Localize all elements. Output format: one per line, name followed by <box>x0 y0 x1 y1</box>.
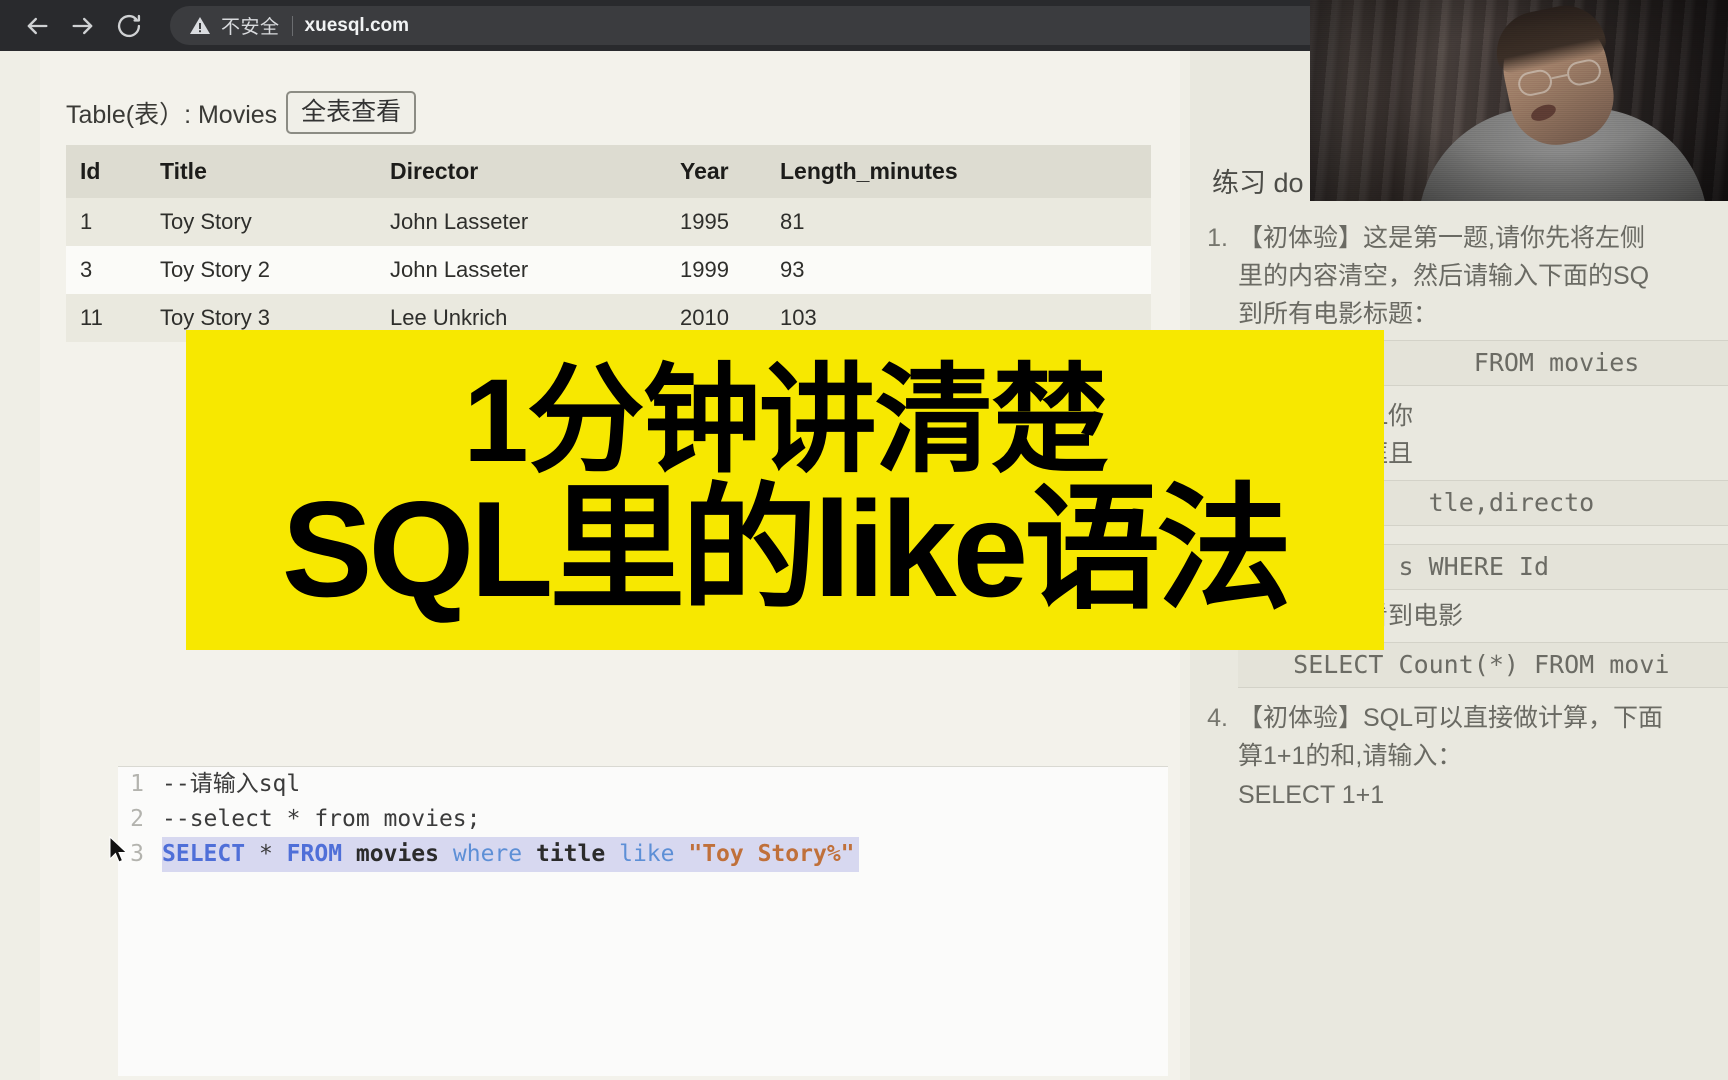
token-select: SELECT <box>162 841 246 867</box>
line-number: 2 <box>130 806 144 832</box>
sql-editor[interactable]: 1 --请输入sql 2 --select * from movies; 3 S… <box>118 766 1168 1076</box>
warning-triangle-icon <box>188 14 212 38</box>
page-left-margin <box>0 102 40 1080</box>
cell-length: 81 <box>766 198 1151 246</box>
table-name-label: Table(表）: Movies <box>66 100 278 129</box>
cell-id: 3 <box>66 246 146 294</box>
cell-title: Toy Story <box>146 198 376 246</box>
url-text: xuesql.com <box>304 14 410 36</box>
cell-director: John Lasseter <box>376 246 666 294</box>
editor-line-3: 3 SELECT * FROM movies where title like … <box>118 837 1168 872</box>
table-row[interactable]: 3 Toy Story 2 John Lasseter 1999 93 <box>66 246 1151 294</box>
editor-line-2: 2 --select * from movies; <box>118 802 1168 837</box>
exercise-text: 【初体验】这是第一题,请你先将左侧 里的内容清空，然后请输入下面的SQ 到所有电… <box>1238 224 1650 328</box>
line-content: --请输入sql <box>162 771 301 797</box>
token-table: movies <box>355 841 440 867</box>
table-header: Id Title Director Year Length_minutes <box>66 145 1151 198</box>
column-header-director[interactable]: Director <box>376 145 666 198</box>
cell-director: John Lasseter <box>376 198 666 246</box>
table-row[interactable]: 1 Toy Story John Lasseter 1995 81 <box>66 198 1151 246</box>
line-content-highlighted: SELECT * FROM movies where title like "T… <box>162 837 859 872</box>
column-header-year[interactable]: Year <box>666 145 766 198</box>
cell-year: 1995 <box>666 198 766 246</box>
token-like: like <box>619 841 675 867</box>
mouse-pointer-icon <box>108 835 130 864</box>
reload-icon[interactable] <box>106 3 152 49</box>
line-content: --select * from movies; <box>162 806 481 832</box>
address-bar[interactable]: 不安全 xuesql.com <box>170 6 1450 45</box>
movies-table: Id Title Director Year Length_minutes 1 … <box>66 145 1151 342</box>
token-pattern: "Toy Story%" <box>688 841 855 867</box>
exercise-text: 【初体验】SQL可以直接做计算，下面 算1+1的和,请输入： <box>1238 704 1664 770</box>
cell-length: 93 <box>766 246 1151 294</box>
banner-line-2: SQL里的like语法 <box>281 473 1292 626</box>
cell-year: 1999 <box>666 246 766 294</box>
webcam-noise <box>1310 0 1728 201</box>
token-where: where <box>452 841 523 867</box>
line-number: 1 <box>130 771 144 797</box>
cell-title: Toy Story 2 <box>146 246 376 294</box>
token-from: FROM <box>286 841 343 867</box>
banner-line-1: 1分钟讲清楚 <box>463 354 1109 487</box>
subtitle-banner: 1分钟讲清楚 SQL里的like语法 <box>186 330 1384 650</box>
presenter-webcam-overlay <box>1310 0 1728 201</box>
omnibox-divider <box>291 15 293 36</box>
view-all-table-button[interactable]: 全表查看 <box>286 91 417 134</box>
exercise-item-4: 4. 【初体验】SQL可以直接做计算，下面 算1+1的和,请输入： SELECT… <box>1204 699 1728 815</box>
exercise-body: 【初体验】SQL可以直接做计算，下面 算1+1的和,请输入： SELECT 1+… <box>1238 699 1728 815</box>
column-header-length[interactable]: Length_minutes <box>766 145 1151 198</box>
cell-id: 1 <box>66 198 146 246</box>
cell-id: 11 <box>66 294 146 342</box>
column-header-id[interactable]: Id <box>66 145 146 198</box>
token-column: title <box>535 841 606 867</box>
security-status-label: 不安全 <box>221 17 280 38</box>
column-header-title[interactable]: Title <box>146 145 376 198</box>
table-header-row: Table(表）: Movies 全表查看 <box>66 91 417 134</box>
token-star: * <box>258 841 273 867</box>
forward-icon[interactable] <box>60 3 106 49</box>
exercise-number: 4. <box>1207 704 1228 732</box>
back-icon[interactable] <box>14 3 60 49</box>
exercise-sample-sql: SELECT 1+1 <box>1238 781 1385 809</box>
screen-root: 不安全 xuesql.com Table(表）: Movies 全表查看 Id … <box>0 0 1728 1080</box>
editor-line-1: 1 --请输入sql <box>118 767 1168 802</box>
